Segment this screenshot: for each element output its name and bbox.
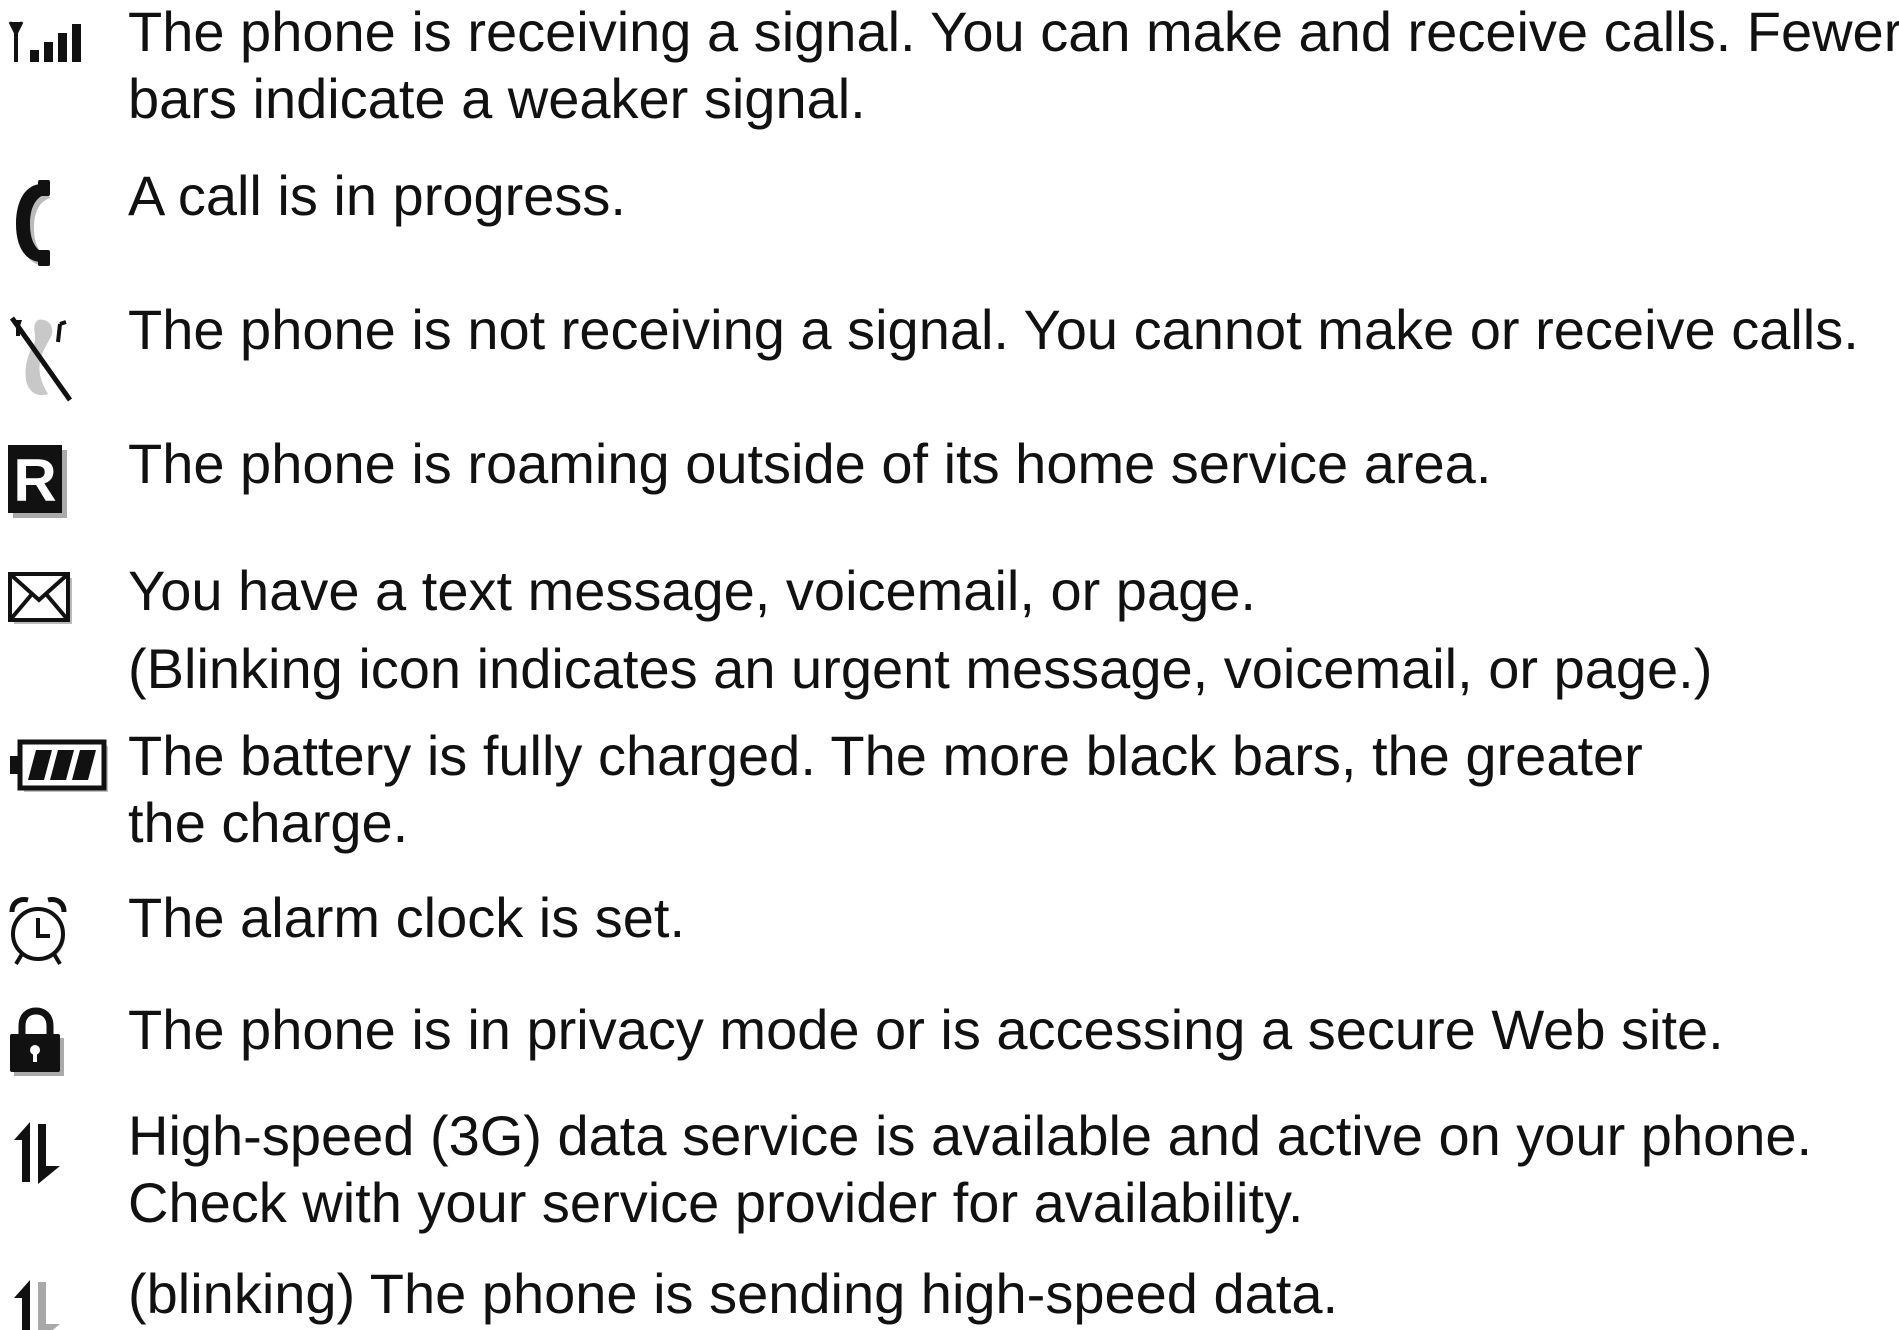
alarm-clock-icon	[8, 896, 68, 968]
call-in-progress-icon	[8, 178, 58, 268]
description-line: bars indicate a weaker signal.	[128, 67, 866, 130]
data-sending-icon	[8, 1278, 68, 1330]
legend-description: The phone is roaming outside of its home…	[128, 430, 1888, 497]
legend-description: The alarm clock is set.	[128, 884, 1888, 951]
legend-description: (blinking) The phone is sending high-spe…	[128, 1260, 1888, 1327]
description-line: The battery is fully charged. The more b…	[128, 724, 1643, 787]
status-icon-legend: The phone is receiving a signal. You can…	[0, 0, 1899, 1330]
description-line: The phone is not receiving a signal. You…	[128, 298, 1859, 361]
legend-description: You have a text message, voicemail, or p…	[128, 552, 1888, 708]
message-envelope-icon	[8, 572, 74, 626]
description-line: the charge.	[128, 791, 409, 854]
description-line: Check with your service provider for ava…	[128, 1171, 1304, 1234]
description-line: The phone is in privacy mode or is acces…	[128, 998, 1724, 1061]
battery-full-icon	[8, 738, 108, 794]
lock-icon	[8, 1007, 64, 1076]
roaming-icon: R	[8, 445, 68, 519]
description-line: The phone is roaming outside of its home…	[128, 432, 1492, 495]
legend-description: A call is in progress.	[128, 162, 1888, 229]
legend-description: The phone is receiving a signal. You can…	[128, 0, 1899, 132]
description-line: The phone is receiving a signal. You can…	[128, 0, 1899, 63]
description-line: You have a text message, voicemail, or p…	[128, 559, 1256, 622]
description-line: The alarm clock is set.	[128, 886, 686, 949]
signal-strength-icon	[8, 18, 88, 68]
description-line: (blinking) The phone is sending high-spe…	[128, 1262, 1339, 1325]
description-line: A call is in progress.	[128, 164, 626, 227]
legend-description: The phone is in privacy mode or is acces…	[128, 996, 1888, 1063]
legend-description: High-speed (3G) data service is availabl…	[128, 1102, 1888, 1236]
no-signal-icon	[8, 314, 78, 402]
roaming-letter: R	[13, 447, 56, 514]
description-line: High-speed (3G) data service is availabl…	[128, 1104, 1813, 1167]
data-active-icon	[8, 1120, 68, 1186]
description-line: (Blinking icon indicates an urgent messa…	[128, 637, 1713, 700]
legend-description: The battery is fully charged. The more b…	[128, 722, 1888, 856]
legend-description: The phone is not receiving a signal. You…	[128, 296, 1888, 363]
